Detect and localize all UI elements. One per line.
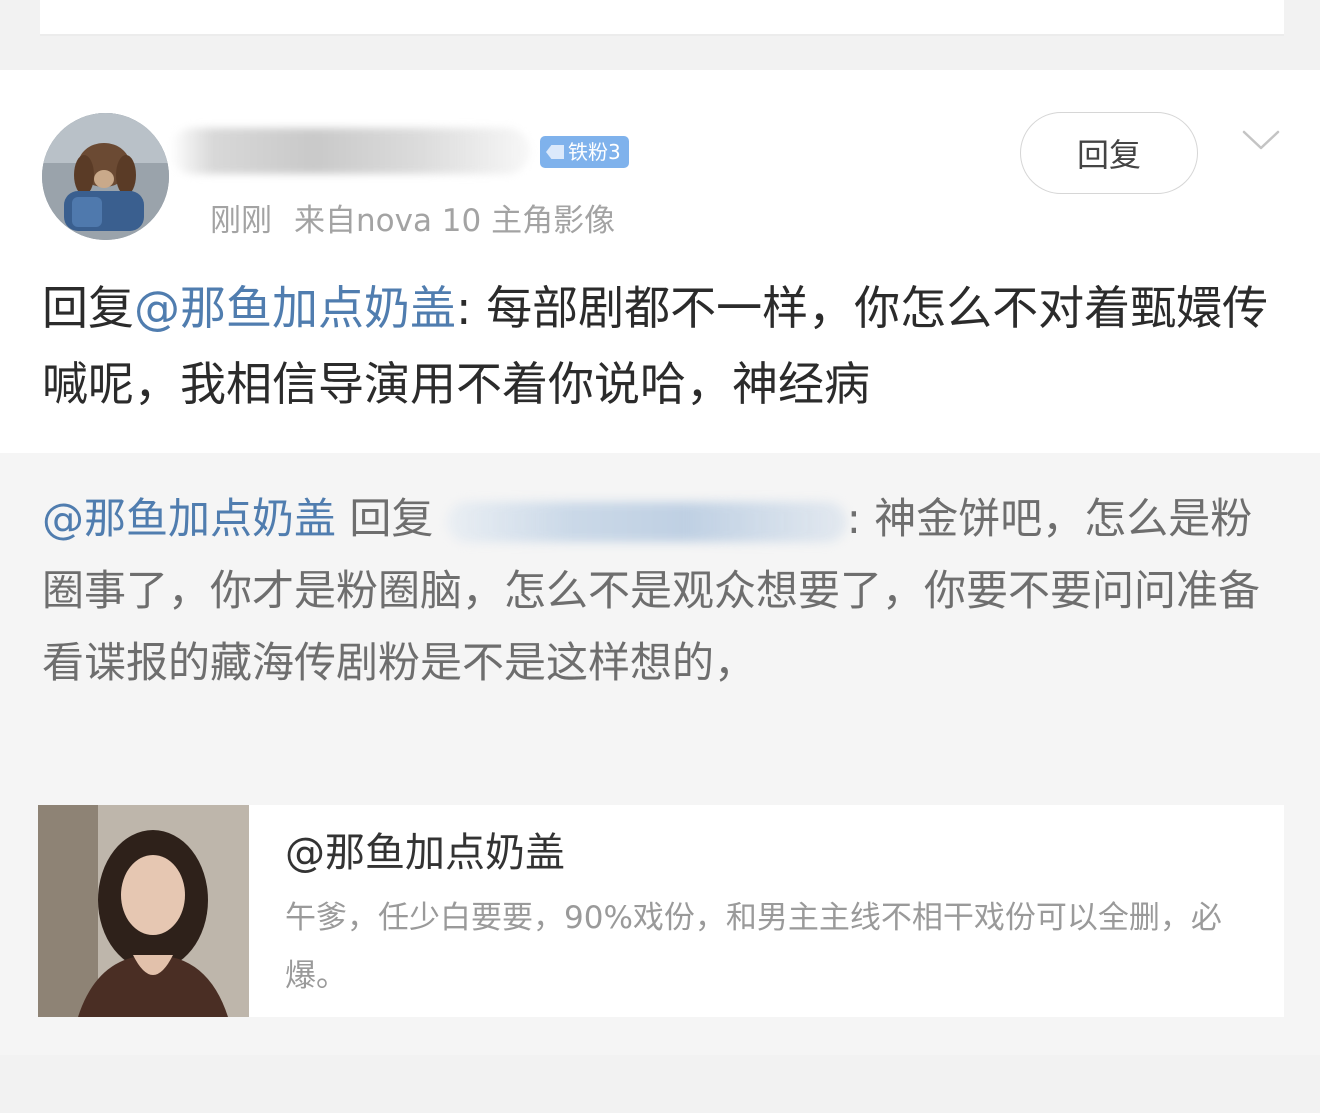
reply-prefix: 回复 <box>42 281 134 335</box>
tag-icon <box>546 145 564 159</box>
quoted-username-redacted[interactable] <box>446 501 847 542</box>
comment-source: 来自nova 10 主角影像 <box>294 203 616 239</box>
quoted-reply-word: 回复 <box>349 494 434 543</box>
shared-post-card[interactable]: @那鱼加点奶盖 午爹，任少白要要，90%戏份，和男主主线不相干戏份可以全删，必爆… <box>38 805 1284 1017</box>
comment-body: 回复@那鱼加点奶盖: 每部剧都不一样，你怎么不对着甄嬛传喊呢，我相信导演用不着你… <box>42 270 1282 422</box>
comment-time: 刚刚 <box>210 203 272 239</box>
shared-post-description: 午爹，任少白要要，90%戏份，和男主主线不相干戏份可以全删，必爆。 <box>285 900 1222 994</box>
comment-meta: 刚刚 来自nova 10 主角影像 <box>210 195 615 240</box>
reply-button[interactable]: 回复 <box>1020 112 1198 194</box>
fan-badge-label: 铁粉3 <box>568 140 621 164</box>
shared-post-thumbnail <box>38 805 249 1017</box>
shared-post-title: @那鱼加点奶盖 <box>285 830 565 876</box>
user-avatar[interactable] <box>42 113 169 240</box>
username-redacted[interactable] <box>170 128 530 174</box>
previous-card <box>40 0 1284 36</box>
chevron-down-icon[interactable] <box>1242 128 1280 152</box>
quoted-mention-link[interactable]: @那鱼加点奶盖 <box>42 494 336 543</box>
quoted-comment: @那鱼加点奶盖 回复 : 神金饼吧，怎么是粉圈事了，你才是粉圈脑，怎么不是观众想… <box>42 483 1272 699</box>
shared-post-info: @那鱼加点奶盖 午爹，任少白要要，90%戏份，和男主主线不相干戏份可以全删，必爆… <box>249 805 1265 1017</box>
portrait-photo-icon <box>38 805 249 1017</box>
fan-badge[interactable]: 铁粉3 <box>540 136 629 168</box>
dog-avatar-icon <box>42 113 169 240</box>
mention-link[interactable]: @那鱼加点奶盖 <box>134 281 456 335</box>
